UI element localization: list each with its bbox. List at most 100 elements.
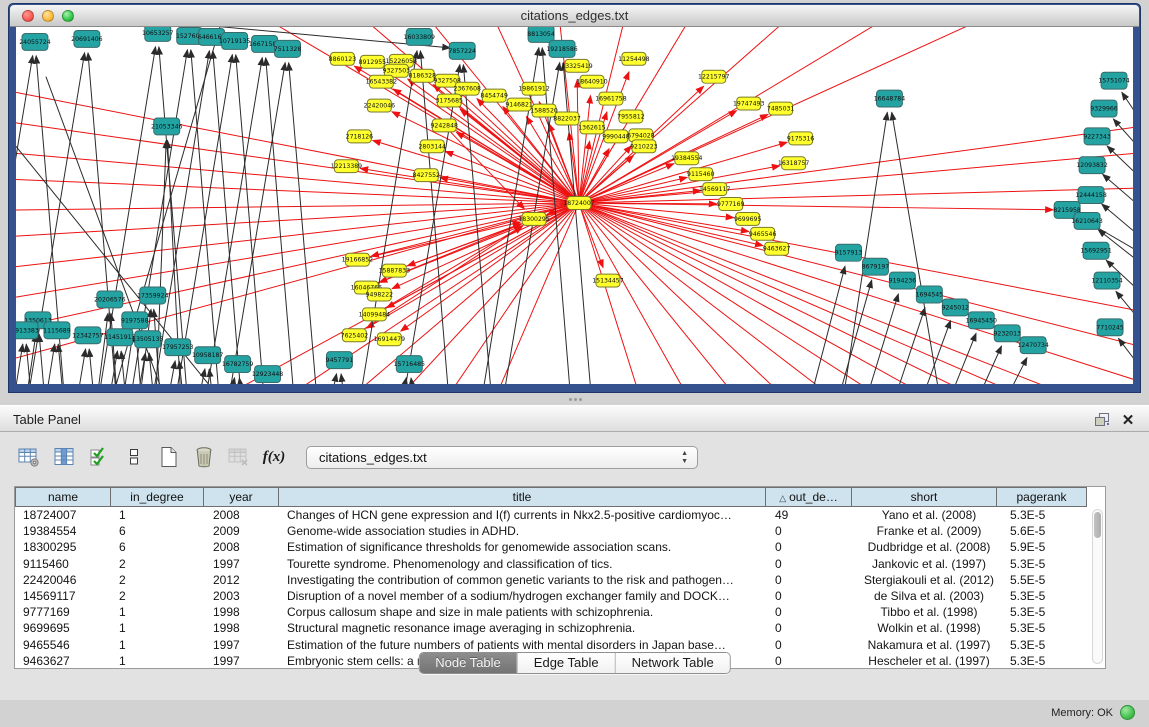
panel-resize-grip[interactable] xyxy=(567,396,583,402)
graph-node-label: 9115460 xyxy=(687,171,715,178)
table-panel-title: Table Panel xyxy=(13,412,81,427)
graph-node-label: 9329966 xyxy=(1090,106,1118,113)
table-row[interactable]: 1456911722003Disruption of a novel membe… xyxy=(15,588,1105,604)
tab-edge-table[interactable]: Edge Table xyxy=(517,653,615,673)
table-row[interactable]: 969969511998Structural magnetic resonanc… xyxy=(15,620,1105,636)
graph-node-label: 7625402 xyxy=(341,332,369,339)
column-header-out_de[interactable]: △out_de… xyxy=(765,487,852,507)
graph-node-label: 8860123 xyxy=(329,56,357,63)
table-row[interactable]: 2242004622012Investigating the contribut… xyxy=(15,572,1105,588)
graph-node-label: 12923448 xyxy=(252,371,283,378)
close-panel-icon[interactable]: ✕ xyxy=(1119,411,1137,428)
table-row[interactable]: 911546021997Tourette syndrome. Phenomeno… xyxy=(15,556,1105,572)
table-selector-dropdown[interactable]: citations_edges.txt ▲▼ xyxy=(306,446,698,469)
graph-edge xyxy=(579,203,1053,210)
table-settings-icon[interactable] xyxy=(14,443,44,471)
network-window-title: citations_edges.txt xyxy=(10,8,1139,23)
graph-edge xyxy=(159,47,193,384)
graph-node-label: 8813054 xyxy=(527,31,555,38)
graph-node-label: 9146821 xyxy=(505,102,533,109)
table-row[interactable]: 1938455462009Genome-wide association stu… xyxy=(15,523,1105,539)
function-builder-icon[interactable]: f(x) xyxy=(259,443,289,471)
graph-edge xyxy=(236,55,270,384)
table-selector-value: citations_edges.txt xyxy=(319,450,427,465)
graph-node-label: 7857224 xyxy=(448,48,476,55)
graph-node-label: 12470734 xyxy=(1017,342,1048,349)
graph-node-label: 10719135 xyxy=(219,38,250,45)
network-canvas[interactable]: 1872400718300295886012389129551522605893… xyxy=(16,27,1133,384)
column-header-in_degree[interactable]: in_degree xyxy=(110,487,204,507)
table-mode-icon[interactable] xyxy=(119,443,149,471)
graph-node-label: 12093832 xyxy=(1076,162,1107,169)
tab-node-table[interactable]: Node Table xyxy=(419,653,517,673)
select-rows-icon[interactable] xyxy=(84,443,114,471)
column-header-pagerank[interactable]: pagerank xyxy=(996,487,1087,507)
graph-node-label: 16543382 xyxy=(366,79,397,86)
graph-edge xyxy=(579,203,1133,325)
graph-node-label: 9498222 xyxy=(366,291,394,298)
graph-node-label: 16033809 xyxy=(404,34,435,41)
graph-node-label: 11254498 xyxy=(618,56,649,63)
graph-edge xyxy=(579,203,894,384)
graph-node-label: 9210223 xyxy=(630,143,658,150)
graph-edge xyxy=(1122,92,1133,125)
graph-node-label: 16961758 xyxy=(595,96,626,103)
graph-node-label: 19166852 xyxy=(342,257,373,264)
graph-node-label: 9175316 xyxy=(787,135,815,142)
graph-edge xyxy=(1113,119,1133,153)
graph-node-label: 8186328 xyxy=(409,73,437,80)
graph-node-label: 9245012 xyxy=(942,304,970,311)
graph-node-label: 20206576 xyxy=(94,296,125,303)
graph-edge xyxy=(456,132,579,203)
graph-edge xyxy=(563,63,597,384)
memory-status-indicator[interactable] xyxy=(1120,705,1135,720)
sort-ascending-icon: △ xyxy=(779,493,786,503)
show-columns-icon[interactable] xyxy=(49,443,79,471)
graph-node-label: 9197588 xyxy=(121,317,149,324)
graph-node-label: 9157913 xyxy=(835,250,863,257)
graph-edge xyxy=(289,63,323,384)
graph-edge xyxy=(579,203,655,384)
table-body: 1872400712008Changes of HCN gene express… xyxy=(15,507,1105,669)
graph-node-label: 1694545 xyxy=(916,291,944,298)
create-column-icon[interactable] xyxy=(154,443,184,471)
graph-node-label: 10958187 xyxy=(192,352,223,359)
table-vertical-scrollbar[interactable] xyxy=(1092,509,1103,664)
column-header-name[interactable]: name xyxy=(15,487,111,507)
tab-network-table[interactable]: Network Table xyxy=(615,653,730,673)
graph-edge xyxy=(89,349,100,384)
column-header-year[interactable]: year xyxy=(203,487,279,507)
table-row[interactable]: 946554611997Estimation of the future num… xyxy=(15,637,1105,653)
graph-node-label: 9465546 xyxy=(749,231,777,238)
table-row[interactable]: 977716911998Corpus callosum shape and si… xyxy=(15,604,1105,620)
table-panel-body: f(x) citations_edges.txt ▲▼ namein_degre… xyxy=(0,432,1149,700)
graph-node-label: 19218586 xyxy=(546,46,577,53)
graph-edge xyxy=(341,374,351,384)
graph-node-label: 7485031 xyxy=(767,106,795,113)
graph-node-label: 2718126 xyxy=(346,133,374,140)
scrollbar-thumb[interactable] xyxy=(1094,512,1101,538)
graph-node-label: 11451913 xyxy=(104,334,135,341)
table-row[interactable]: 1830029562008Estimation of significance … xyxy=(15,539,1105,555)
graph-node-label: 6794028 xyxy=(627,132,655,139)
network-window-titlebar[interactable]: citations_edges.txt xyxy=(10,5,1139,27)
graph-node-label: 15716485 xyxy=(394,361,425,368)
graph-node-label: 8454749 xyxy=(480,93,508,100)
graph-edge xyxy=(191,50,225,384)
graph-node-label: 9463627 xyxy=(763,246,791,253)
float-panel-icon[interactable] xyxy=(1093,411,1111,428)
graph-edge xyxy=(1103,174,1133,210)
delete-columns-icon[interactable] xyxy=(189,443,219,471)
column-header-short[interactable]: short xyxy=(851,487,997,507)
graph-edge xyxy=(1107,146,1133,181)
dropdown-arrows-icon: ▲▼ xyxy=(681,450,688,466)
graph-edge xyxy=(392,203,579,289)
graph-node-label: 17957253 xyxy=(162,344,193,351)
graph-node-label: 19747493 xyxy=(733,101,764,108)
graph-edge xyxy=(579,203,1014,384)
graph-edge xyxy=(366,224,521,287)
column-header-title[interactable]: title xyxy=(278,487,766,507)
table-header-row: namein_degreeyeartitle△out_de…shortpager… xyxy=(15,487,1105,507)
table-row[interactable]: 1872400712008Changes of HCN gene express… xyxy=(15,507,1105,523)
graph-edge xyxy=(579,164,674,203)
